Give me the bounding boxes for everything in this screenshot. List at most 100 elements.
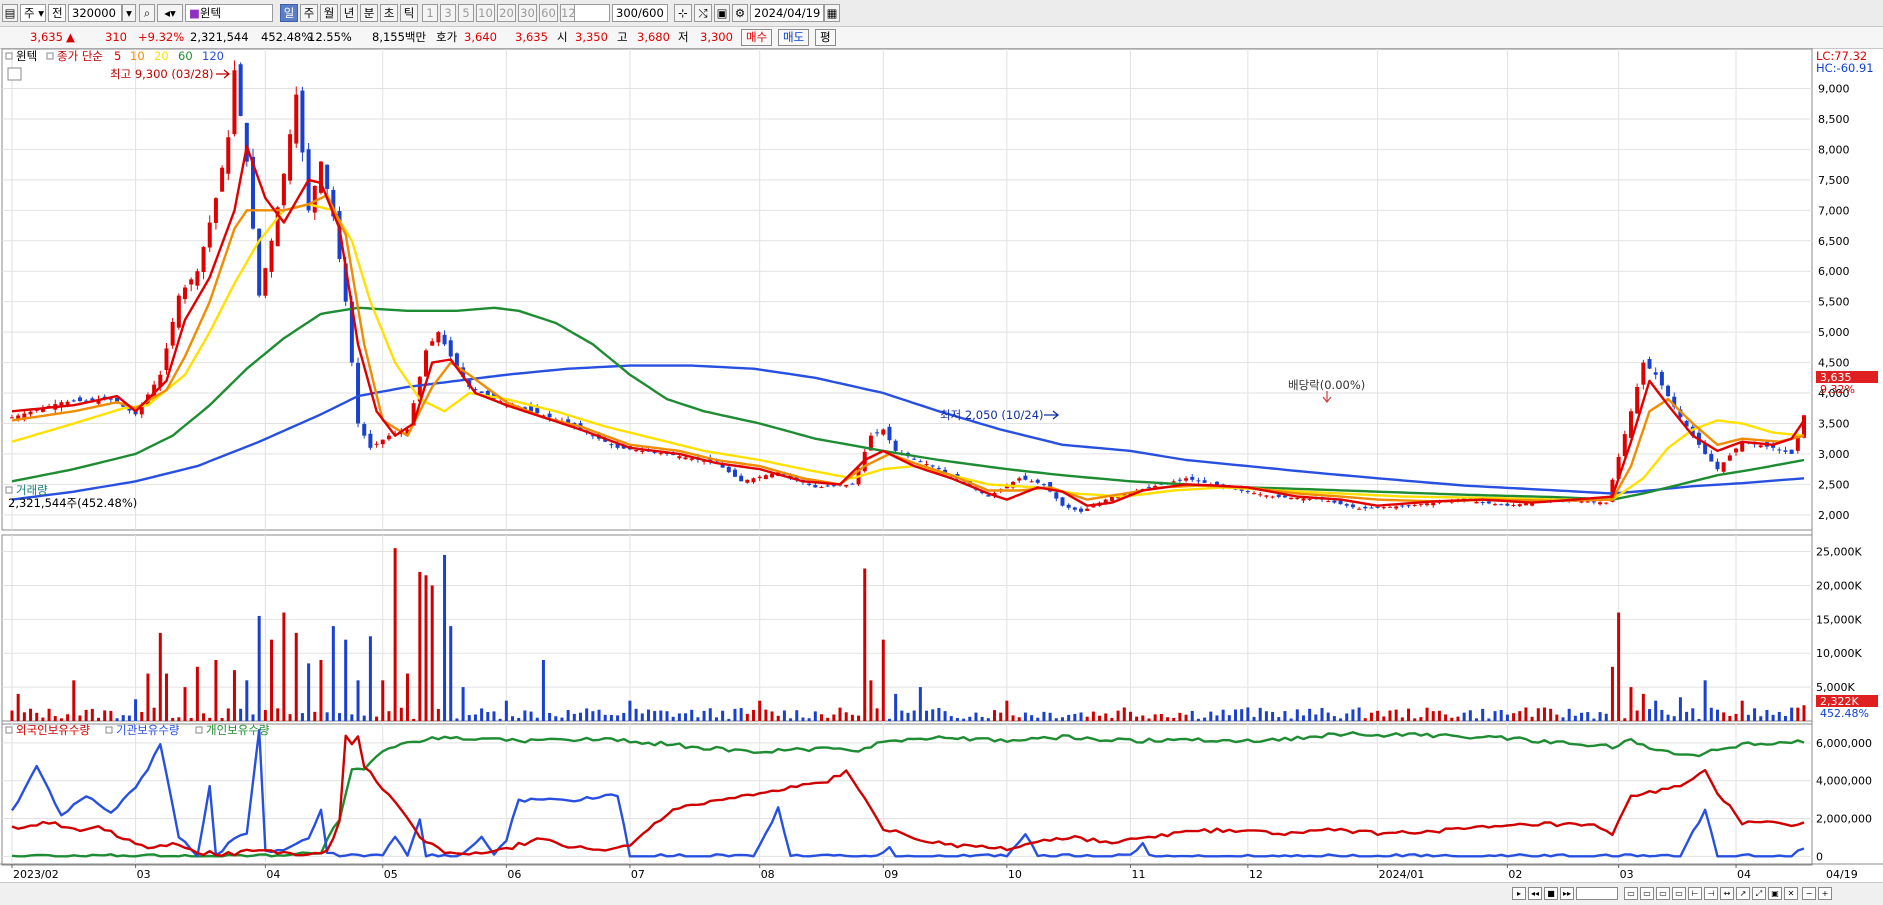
candle-body <box>1054 492 1059 499</box>
volume-bar <box>758 700 762 721</box>
pan-icon[interactable]: ↔ <box>1720 887 1734 900</box>
indicator-icon[interactable]: ⊹ <box>674 4 692 22</box>
volume-bar <box>776 715 780 721</box>
panel-frame <box>1 534 1813 725</box>
volume-bar <box>177 717 181 721</box>
collapse-icon[interactable] <box>105 726 113 734</box>
minute-option[interactable]: 20 <box>497 4 516 22</box>
speaker-icon[interactable]: ◂▾ <box>157 4 183 22</box>
collapse-icon[interactable] <box>5 486 13 494</box>
volume-bar <box>1079 712 1083 721</box>
layout-icon[interactable]: ▭ <box>1624 887 1638 900</box>
period-tab[interactable]: 틱 <box>400 4 418 22</box>
y-tick-label: 2,000,000 <box>1816 813 1872 826</box>
ma-legend-5: 5 <box>114 49 121 63</box>
candle-body <box>881 429 886 435</box>
rewind-icon[interactable]: ◂◂ <box>1528 887 1542 900</box>
calendar-icon[interactable]: ▦ <box>824 4 840 22</box>
grid-icon[interactable] <box>7 67 22 81</box>
minute-option[interactable]: 5 <box>458 4 474 22</box>
volume-bar <box>47 708 51 721</box>
scroll-right-icon[interactable]: ▸ <box>1512 887 1526 900</box>
volume-bar <box>999 712 1003 721</box>
trade-amount: 8,155백만 <box>372 30 427 44</box>
volume-bar <box>1326 712 1330 721</box>
window-icon[interactable]: ▣ <box>1768 887 1782 900</box>
volume-bar <box>511 716 515 721</box>
save-icon[interactable]: ▣ <box>714 4 730 22</box>
volume-bar <box>1592 718 1596 721</box>
volume-bar <box>1796 707 1800 721</box>
timeframe-select[interactable] <box>574 4 610 22</box>
gear-icon[interactable]: ⚙ <box>732 4 748 22</box>
menu-icon[interactable]: ▤ <box>2 4 18 22</box>
ma-legend-label: 종가 단순 <box>57 49 103 63</box>
period-tab[interactable]: 월 <box>320 4 338 22</box>
chevron-down-icon[interactable]: ▾ <box>122 4 136 22</box>
expand-icon[interactable]: ⤢ <box>1752 887 1766 900</box>
sell-button[interactable]: 매도 <box>778 29 810 46</box>
stock-name-field[interactable]: ■윈텍 <box>185 4 273 22</box>
y-tick-label: 6,000 <box>1818 265 1850 278</box>
scroll-bar[interactable]: ▸ ◂◂ ■ ▸▸ ▭ ▭ ▭ ▭ ⊢ ⊣ ↔ ↗ ⤢ ▣ ✕ − + <box>0 882 1883 905</box>
candle-body <box>677 456 682 459</box>
type-select[interactable]: 전 <box>48 4 66 22</box>
code-input[interactable]: 320000 <box>68 4 122 22</box>
close-icon[interactable]: ✕ <box>1784 887 1798 900</box>
trend-icon[interactable]: ↗ <box>1736 887 1750 900</box>
collapse-icon[interactable] <box>5 52 13 60</box>
y-tick-label: 5,000K <box>1816 681 1855 694</box>
date-input[interactable]: 2024/04/19 <box>750 4 824 22</box>
volume-bar <box>1036 717 1040 721</box>
volume-bar <box>1011 715 1015 721</box>
collapse-icon[interactable] <box>195 726 203 734</box>
search-icon[interactable]: ⌕ <box>139 4 155 22</box>
volume-bar <box>560 717 564 721</box>
candle-body <box>1727 455 1732 461</box>
eval-button[interactable]: 평 <box>815 29 836 46</box>
high-marker: 최고 9,300 (03/28) <box>110 67 214 81</box>
crosshair-icon[interactable]: ⊢ <box>1688 887 1702 900</box>
volume-bar <box>424 575 428 721</box>
period-tab[interactable]: 분 <box>360 4 378 22</box>
zoom-out-icon[interactable]: − <box>1802 887 1816 900</box>
volume-bar <box>1746 714 1750 721</box>
volume-bar <box>813 711 817 721</box>
volume-bar <box>1166 717 1170 721</box>
chart-type-icon[interactable]: ⤭ <box>694 4 712 22</box>
layout-icon[interactable]: ▭ <box>1640 887 1654 900</box>
market-select[interactable]: 주 ▾ <box>20 4 46 22</box>
candle-body <box>1017 478 1022 481</box>
volume-bar <box>752 709 756 721</box>
volume-bar <box>239 708 243 721</box>
count-input[interactable]: 300/600 <box>612 4 668 22</box>
crosshair-icon[interactable]: ⊣ <box>1704 887 1718 900</box>
period-tab[interactable]: 일 <box>280 4 298 22</box>
minute-option[interactable]: 30 <box>518 4 537 22</box>
zoom-in-icon[interactable]: + <box>1818 887 1832 900</box>
buy-button[interactable]: 매수 <box>741 29 773 46</box>
minute-option[interactable]: 3 <box>440 4 456 22</box>
candle-body <box>1653 372 1658 375</box>
stop-icon[interactable]: ■ <box>1544 887 1558 900</box>
volume-bar <box>714 717 718 721</box>
layout-icon[interactable]: ▭ <box>1656 887 1670 900</box>
period-tab[interactable]: 년 <box>340 4 358 22</box>
volume-bar <box>140 711 144 721</box>
stock-chart[interactable]: 2023/02 03 04 05 06 07 08 09 10 11 12 2024/01 02 03 04… <box>0 48 1883 882</box>
minute-option[interactable]: 10 <box>476 4 495 22</box>
period-tab[interactable]: 주 <box>300 4 318 22</box>
period-tab[interactable]: 초 <box>380 4 398 22</box>
y-tick-label: 5,000 <box>1818 326 1850 339</box>
volume-bar <box>622 712 626 721</box>
minute-option[interactable]: 60 <box>539 4 558 22</box>
scroll-thumb[interactable] <box>1576 887 1618 900</box>
collapse-icon[interactable] <box>46 52 54 60</box>
minute-option[interactable]: 1 <box>422 4 438 22</box>
play-icon[interactable]: ▸▸ <box>1560 887 1574 900</box>
volume-bar <box>498 718 502 721</box>
collapse-icon[interactable] <box>5 726 13 734</box>
candle-body <box>374 443 379 445</box>
layout-icon[interactable]: ▭ <box>1672 887 1686 900</box>
volume-bar <box>1153 714 1157 721</box>
